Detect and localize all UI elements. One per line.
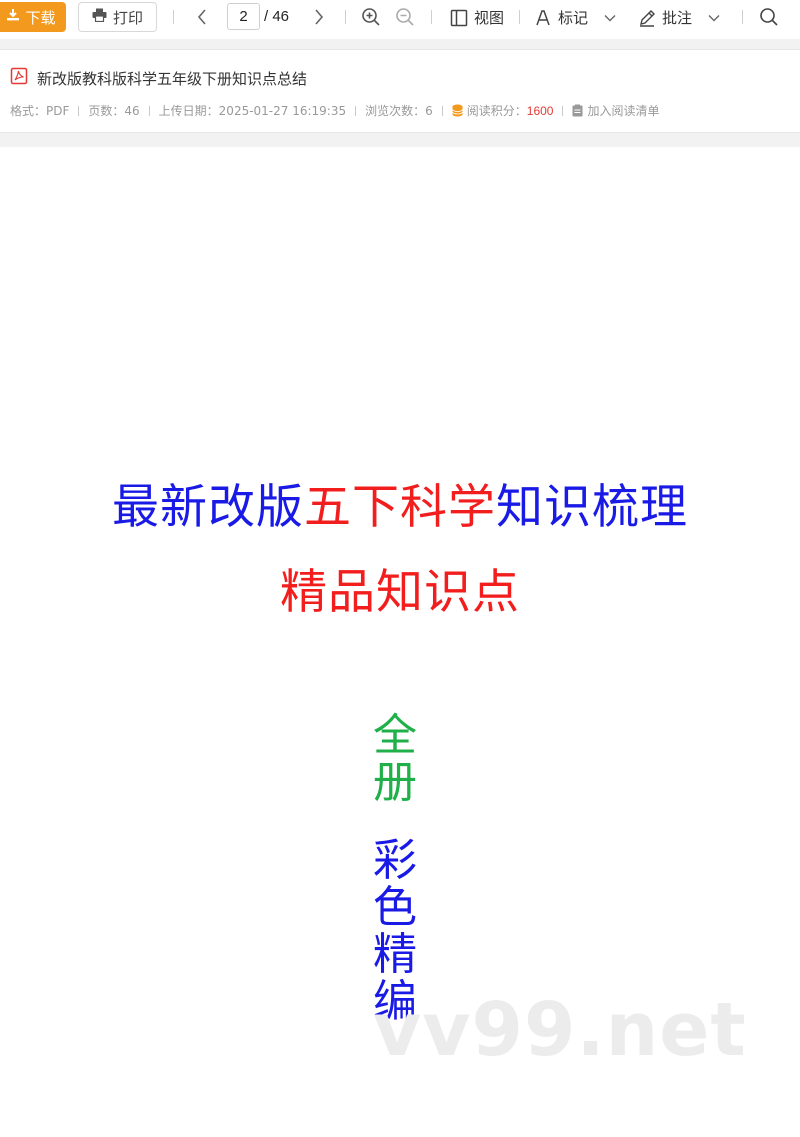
annotate-label: 批注 [662, 9, 693, 27]
annotate-menu-button[interactable]: 批注 [638, 7, 720, 28]
print-label: 打印 [112, 8, 143, 27]
download-label: 下载 [25, 8, 56, 27]
toolbar-divider [742, 10, 743, 24]
vertical-char: 精 [373, 929, 417, 980]
meta-points-value: 1600 [526, 103, 554, 118]
meta-format: 格式：PDF [10, 104, 70, 118]
previous-page-button[interactable] [193, 5, 211, 29]
clipboard-icon [572, 104, 583, 117]
zoom-out-button[interactable] [394, 5, 416, 29]
download-button[interactable]: 下载 [0, 2, 66, 32]
page-total: / 46 [264, 8, 290, 25]
meta-pages: 页数：46 [88, 104, 140, 118]
document-page: 最新改版五下科学知识梳理 精品知识点 全 册 彩 色 精 编 vv99.net [0, 147, 800, 1137]
zoom-in-icon [362, 8, 380, 26]
print-button[interactable]: 打印 [78, 2, 157, 32]
mark-menu-button[interactable]: 标记 [534, 7, 616, 28]
search-button[interactable] [758, 5, 780, 29]
zoom-in-button[interactable] [360, 5, 382, 29]
search-icon [760, 8, 778, 26]
meta-divider [355, 105, 357, 116]
chevron-left-icon [197, 9, 206, 25]
next-page-button[interactable] [310, 5, 328, 29]
chevron-right-icon [315, 9, 324, 25]
view-label: 视图 [474, 9, 505, 27]
toolbar-divider [173, 10, 174, 24]
vertical-char: 全 [373, 710, 417, 761]
vertical-text-green: 全 册 [365, 712, 425, 806]
add-to-list-label: 加入阅读清单 [587, 104, 660, 118]
chevron-down-icon [604, 14, 616, 21]
meta-upload-date: 上传日期：2025-01-27 16:19:35 [158, 104, 347, 118]
headline-part-1: 最新改版 [112, 480, 304, 535]
vertical-char: 彩 [373, 835, 417, 886]
page-headline: 最新改版五下科学知识梳理 [0, 468, 800, 537]
meta-divider [148, 105, 150, 116]
page-number-input[interactable]: 2 [227, 3, 260, 30]
toolbar-divider [345, 10, 346, 24]
toolbar: 下载 打印 2 / 46 视图 标记 批注 [0, 0, 800, 36]
page-subheadline: 精品知识点 [280, 565, 520, 620]
printer-icon [92, 8, 107, 26]
pen-icon [640, 9, 655, 27]
add-to-list-button[interactable]: 加入阅读清单 [572, 102, 660, 119]
toolbar-divider [431, 10, 432, 24]
mark-label: 标记 [558, 9, 589, 27]
highlighter-icon [536, 9, 550, 25]
document-info-card: 新改版教科版科学五年级下册知识点总结 格式：PDF 页数：46 上传日期：202… [0, 49, 800, 133]
headline-part-2: 五下科学 [304, 480, 496, 535]
pdf-icon [10, 67, 28, 89]
document-title-row: 新改版教科版科学五年级下册知识点总结 [10, 67, 307, 89]
zoom-out-icon [396, 8, 414, 26]
meta-views: 浏览次数：6 [365, 104, 433, 118]
meta-divider [562, 105, 564, 116]
view-menu-button[interactable]: 视图 [450, 7, 504, 28]
toolbar-divider [519, 10, 520, 24]
coins-icon [451, 104, 463, 117]
watermark: vv99.net [373, 987, 747, 1073]
meta-points-label: 阅读积分： [466, 104, 527, 118]
meta-divider [78, 105, 80, 116]
document-info-area: 新改版教科版科学五年级下册知识点总结 格式：PDF 页数：46 上传日期：202… [0, 39, 800, 147]
vertical-char: 色 [373, 882, 417, 933]
download-icon [6, 8, 20, 26]
chevron-down-icon [708, 14, 720, 21]
headline-part-3: 知识梳理 [496, 480, 688, 535]
vertical-char: 册 [373, 757, 417, 808]
document-meta: 格式：PDF 页数：46 上传日期：2025-01-27 16:19:35 浏览… [10, 102, 664, 119]
document-title: 新改版教科版科学五年级下册知识点总结 [37, 69, 308, 88]
view-icon [450, 9, 468, 26]
meta-divider [441, 105, 443, 116]
